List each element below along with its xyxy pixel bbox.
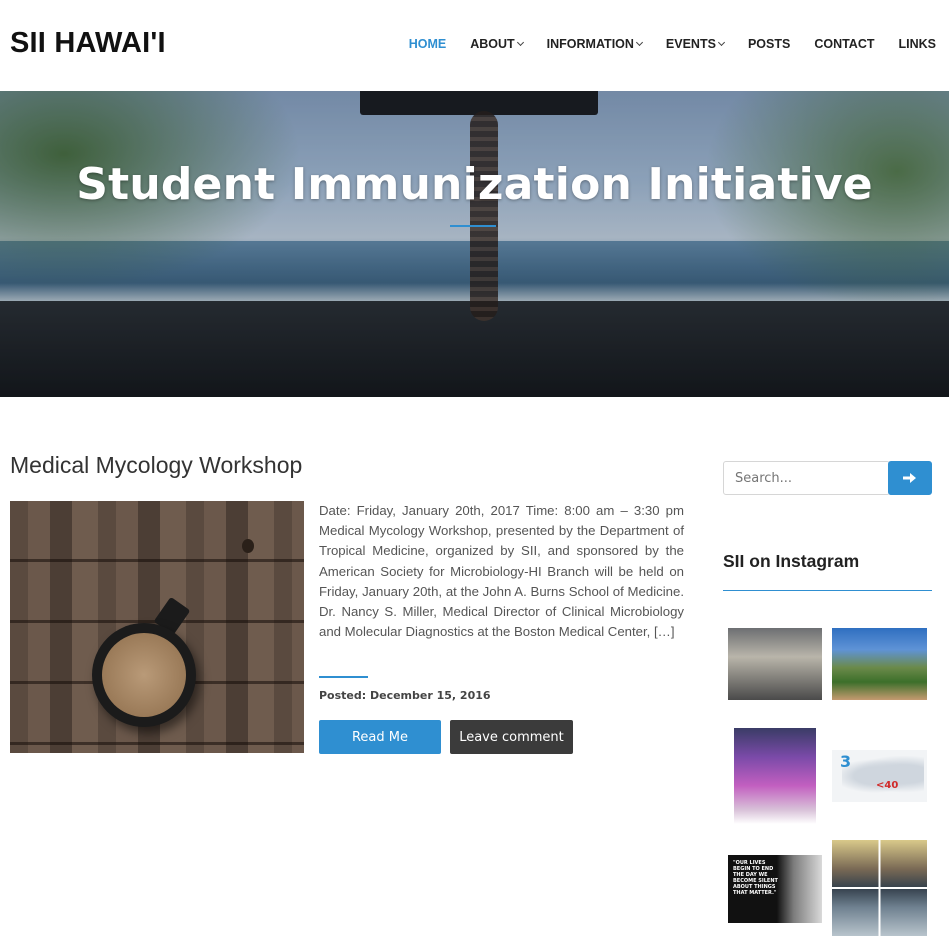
instagram-photo-2[interactable] — [832, 628, 927, 700]
nav-information[interactable]: INFORMATION — [546, 37, 643, 51]
nav-contact-label: CONTACT — [814, 37, 875, 51]
instagram-photo-6[interactable] — [832, 840, 927, 936]
wood-knot — [242, 539, 254, 553]
nav-home-label: HOME — [408, 37, 447, 51]
nav-events-label: EVENTS — [665, 37, 716, 51]
instagram-photo-5[interactable]: "OUR LIVES BEGIN TO END THE DAY WE BECOM… — [728, 855, 822, 923]
instagram-widget-title: SII on Instagram — [723, 551, 860, 571]
arrow-right-icon — [903, 473, 916, 483]
instagram-photo-3[interactable] — [728, 728, 822, 824]
post-excerpt: Date: Friday, January 20th, 2017 Time: 8… — [319, 503, 684, 640]
post-thumbnail[interactable] — [10, 501, 304, 753]
site-logo[interactable]: SII HAWAI'I — [10, 27, 166, 60]
hero-banner: Student Immunization Initiative — [0, 91, 949, 397]
post-date: Posted: December 15, 2016 — [319, 689, 491, 702]
insta4-small-number: <40 — [876, 780, 899, 791]
insta5-quote: "OUR LIVES BEGIN TO END THE DAY WE BECOM… — [733, 860, 778, 896]
chevron-down-icon — [635, 38, 643, 47]
instagram-photo-4[interactable]: 3 <40 — [832, 750, 927, 802]
post-title[interactable]: Medical Mycology Workshop — [10, 452, 302, 479]
search-input[interactable] — [723, 461, 890, 495]
nav-about-label: ABOUT — [470, 37, 515, 51]
insta4-number: 3 — [840, 752, 852, 771]
read-me-button[interactable]: Read Me — [319, 720, 441, 754]
nav-posts[interactable]: POSTS — [748, 37, 790, 51]
nav-posts-label: POSTS — [747, 37, 791, 51]
coffee-surface — [102, 633, 186, 717]
nav-home[interactable]: HOME — [409, 37, 447, 51]
hero-divider — [450, 225, 496, 227]
post-divider — [319, 676, 368, 678]
instagram-photo-1[interactable] — [728, 628, 822, 700]
hero-title: Student Immunization Initiative — [76, 159, 873, 210]
main-nav: HOME ABOUT INFORMATION EVENTS POSTS CONT… — [385, 37, 936, 51]
nav-information-label: INFORMATION — [546, 37, 634, 51]
site-header: SII HAWAI'I HOME ABOUT INFORMATION EVENT… — [0, 0, 949, 91]
photo-collage-grid — [832, 840, 927, 936]
nav-links-label: LINKS — [898, 37, 937, 51]
nav-about[interactable]: ABOUT — [470, 37, 524, 51]
hero-overlay — [0, 91, 949, 397]
nav-contact[interactable]: CONTACT — [814, 37, 874, 51]
leave-comment-button[interactable]: Leave comment — [450, 720, 573, 754]
widget-divider — [723, 590, 932, 591]
chevron-down-icon — [717, 38, 725, 47]
chevron-down-icon — [516, 38, 524, 47]
nav-events[interactable]: EVENTS — [665, 37, 725, 51]
nav-links[interactable]: LINKS — [899, 37, 937, 51]
search-button[interactable] — [888, 461, 932, 495]
